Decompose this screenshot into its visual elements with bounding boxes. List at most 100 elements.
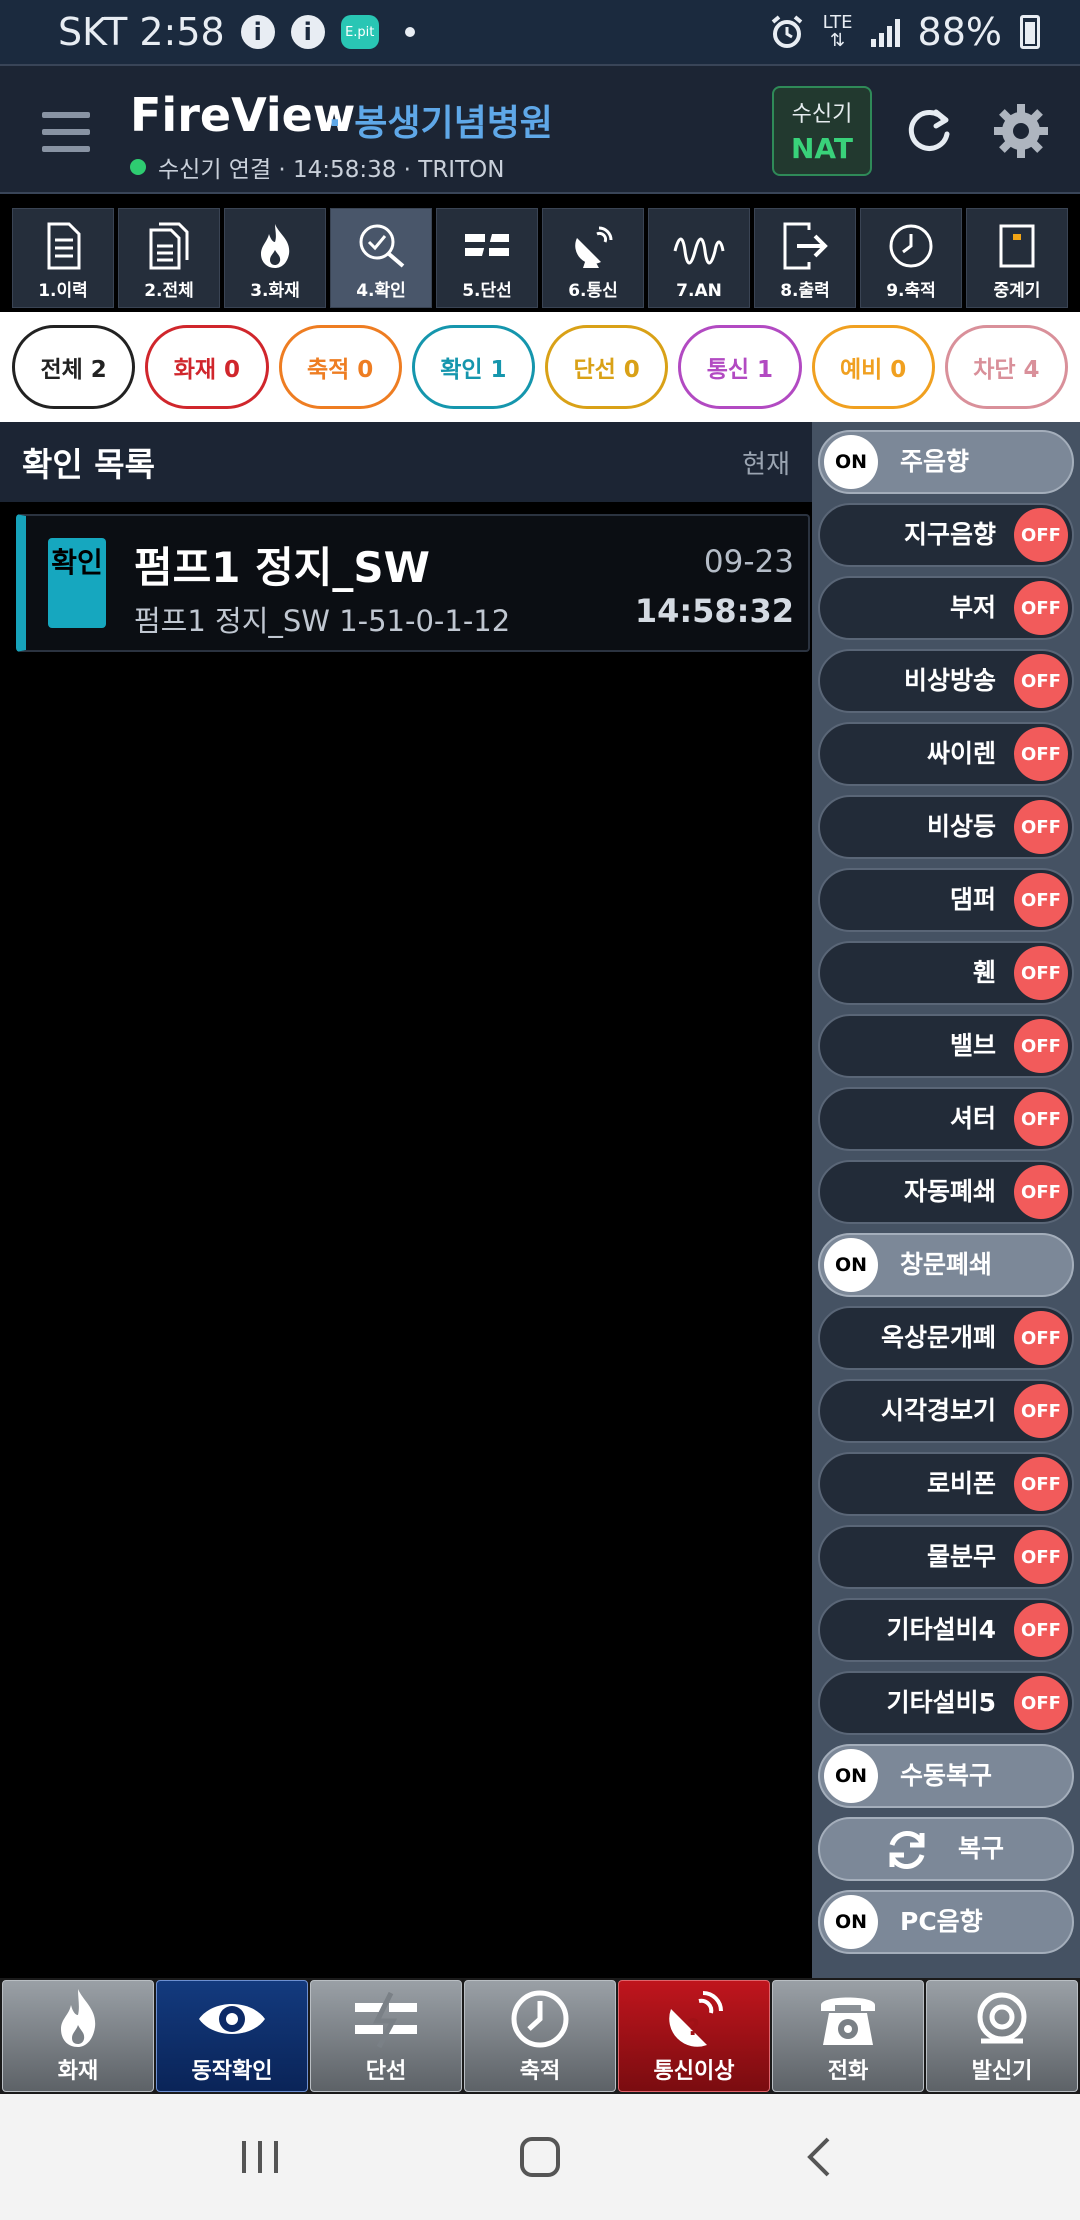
tool-repeater[interactable]: 중계기: [966, 208, 1068, 308]
toggle-auto-close[interactable]: 자동폐쇄 OFF: [818, 1160, 1074, 1224]
filter-spare[interactable]: 예비 0: [811, 325, 935, 409]
tool-communication[interactable]: 6.통신: [542, 208, 644, 308]
toggle-valve[interactable]: 밸브 OFF: [818, 1014, 1074, 1078]
toggle-buzzer[interactable]: 부저 OFF: [818, 576, 1074, 640]
toggle-water-spray[interactable]: 물분무 OFF: [818, 1525, 1074, 1589]
toggle-other-equipment-5[interactable]: 기타설비5 OFF: [818, 1671, 1074, 1735]
filter-all[interactable]: 전체 2: [12, 325, 136, 409]
event-address: 펌프1 정지_SW 1-51-0-1-12: [134, 604, 511, 638]
tool-output[interactable]: 8.출력: [754, 208, 856, 308]
receiver-mode-button[interactable]: 수신기 NAT: [772, 86, 872, 176]
broken-line-icon: [465, 229, 509, 261]
transmitter-button[interactable]: 발신기: [926, 1980, 1078, 2092]
eye-icon: [199, 2004, 265, 2034]
filter-confirm[interactable]: 확인 1: [411, 325, 535, 409]
info-icon: i: [240, 15, 275, 49]
alarm-clock-icon: [771, 15, 802, 48]
tool-fire[interactable]: 3.화재: [224, 208, 326, 308]
system-navigation-bar: [0, 2094, 1080, 2220]
refresh-icon[interactable]: [902, 104, 956, 158]
fire-icon: [261, 224, 290, 268]
event-list-panel: 확인 목록 현재 확인 펌프1 정지_SW 펌프1 정지_SW 1-51-0-1…: [0, 422, 812, 1978]
disconnect-button[interactable]: 단선: [310, 1980, 462, 2092]
fire-icon: [61, 1989, 96, 2047]
function-toolbar: 1.이력 2.전체 3.화재 4.확인 5.단선 6.통신 7.AN 8.출력 …: [0, 196, 1080, 312]
telephone-button[interactable]: 전화: [772, 1980, 924, 2092]
notification-dot-icon: [404, 27, 415, 37]
tool-analog[interactable]: 7.AN: [648, 208, 750, 308]
fire-button[interactable]: 화재: [2, 1980, 154, 2092]
battery-percent: 88%: [917, 10, 1002, 54]
on-knob: ON: [824, 435, 878, 489]
off-knob: OFF: [1014, 1457, 1068, 1511]
off-knob: OFF: [1014, 508, 1068, 562]
tool-confirm[interactable]: 4.확인: [330, 208, 432, 308]
signal-icon: [870, 17, 900, 47]
on-knob: ON: [824, 1238, 878, 1292]
tool-all[interactable]: 2.전체: [118, 208, 220, 308]
off-knob: OFF: [1014, 1165, 1068, 1219]
toggle-shutter[interactable]: 셔터 OFF: [818, 1087, 1074, 1151]
off-knob: OFF: [1014, 1676, 1068, 1730]
off-knob: OFF: [1014, 946, 1068, 1000]
broken-line-icon: [355, 1991, 417, 2049]
accumulate-button[interactable]: 축적: [464, 1980, 616, 2092]
filter-bar: 전체 2 화재 0 축적 0 확인 1 단선 0 통신 1 예비 0 차단 4: [0, 312, 1080, 422]
back-icon[interactable]: [790, 2127, 850, 2187]
home-icon[interactable]: [510, 2127, 570, 2187]
toggle-main-sound[interactable]: ON 주음향: [818, 430, 1074, 494]
toggle-emergency-broadcast[interactable]: 비상방송 OFF: [818, 649, 1074, 713]
bottom-function-bar: 화재 동작확인 단선 축적 ? 통신이상 전화 발신기: [0, 1978, 1080, 2094]
receiver-mode: NAT: [790, 132, 854, 165]
toggle-visual-alarm[interactable]: 시각경보기 OFF: [818, 1379, 1074, 1443]
toggle-zone-sound[interactable]: 지구음향 OFF: [818, 503, 1074, 567]
recover-button[interactable]: 복구: [818, 1817, 1074, 1881]
toggle-damper[interactable]: 댐퍼 OFF: [818, 868, 1074, 932]
communication-error-button[interactable]: ? 통신이상: [618, 1980, 770, 2092]
toggle-fan[interactable]: 휀 OFF: [818, 941, 1074, 1005]
network-type: LTE ⇅: [822, 12, 853, 51]
toggle-lobby-phone[interactable]: 로비폰 OFF: [818, 1452, 1074, 1516]
event-title: 펌프1 정지_SW: [134, 543, 430, 592]
epit-icon: E.pit: [340, 15, 379, 49]
tool-disconnect[interactable]: 5.단선: [436, 208, 538, 308]
document-icon: [47, 222, 81, 270]
tool-accumulate[interactable]: 9.축적: [860, 208, 962, 308]
clock-icon: [889, 224, 933, 268]
filter-communication[interactable]: 통신 1: [678, 325, 802, 409]
toggle-siren[interactable]: 싸이렌 OFF: [818, 722, 1074, 786]
toggle-pc-sound[interactable]: ON PC음향: [818, 1890, 1074, 1954]
toggle-manual-recovery[interactable]: ON 수동복구: [818, 1744, 1074, 1808]
event-date: 09-23: [703, 544, 794, 580]
gear-icon[interactable]: [992, 102, 1050, 160]
tool-history[interactable]: 1.이력: [12, 208, 114, 308]
recent-apps-icon[interactable]: [230, 2127, 290, 2187]
filter-blocked[interactable]: 차단 4: [944, 325, 1068, 409]
transmitter-icon: [977, 1992, 1027, 2044]
connection-status: 수신기 연결 · 14:58:38 · TRITON: [130, 150, 504, 184]
clock-icon: [511, 1990, 569, 2048]
toggle-rooftop-door[interactable]: 옥상문개폐 OFF: [818, 1306, 1074, 1370]
operation-check-button[interactable]: 동작확인: [156, 1980, 308, 2092]
app-title: FireView: [130, 88, 356, 142]
connection-text: 수신기 연결 · 14:58:38 · TRITON: [158, 157, 505, 183]
battery-icon: [1020, 15, 1040, 49]
list-item[interactable]: 확인 펌프1 정지_SW 펌프1 정지_SW 1-51-0-1-12 09-23…: [16, 514, 810, 652]
toggle-emergency-light[interactable]: 비상등 OFF: [818, 795, 1074, 859]
wave-icon: [673, 237, 725, 265]
carrier-time: SKT 2:58: [58, 10, 225, 54]
telephone-icon: [821, 1997, 875, 2045]
filter-fire[interactable]: 화재 0: [145, 325, 269, 409]
toggle-window-close[interactable]: ON 창문폐쇄: [818, 1233, 1074, 1297]
event-time: 14:58:32: [634, 592, 794, 630]
off-knob: OFF: [1014, 1019, 1068, 1073]
documents-icon: [149, 222, 189, 270]
menu-icon[interactable]: [42, 112, 90, 152]
toggle-other-equipment-4[interactable]: 기타설비4 OFF: [818, 1598, 1074, 1662]
off-knob: OFF: [1014, 1384, 1068, 1438]
satellite-warning-icon: ?: [669, 1991, 723, 2047]
status-badge: 확인: [48, 538, 106, 628]
filter-accumulate[interactable]: 축적 0: [278, 325, 402, 409]
off-knob: OFF: [1014, 1603, 1068, 1657]
filter-disconnect[interactable]: 단선 0: [545, 325, 669, 409]
